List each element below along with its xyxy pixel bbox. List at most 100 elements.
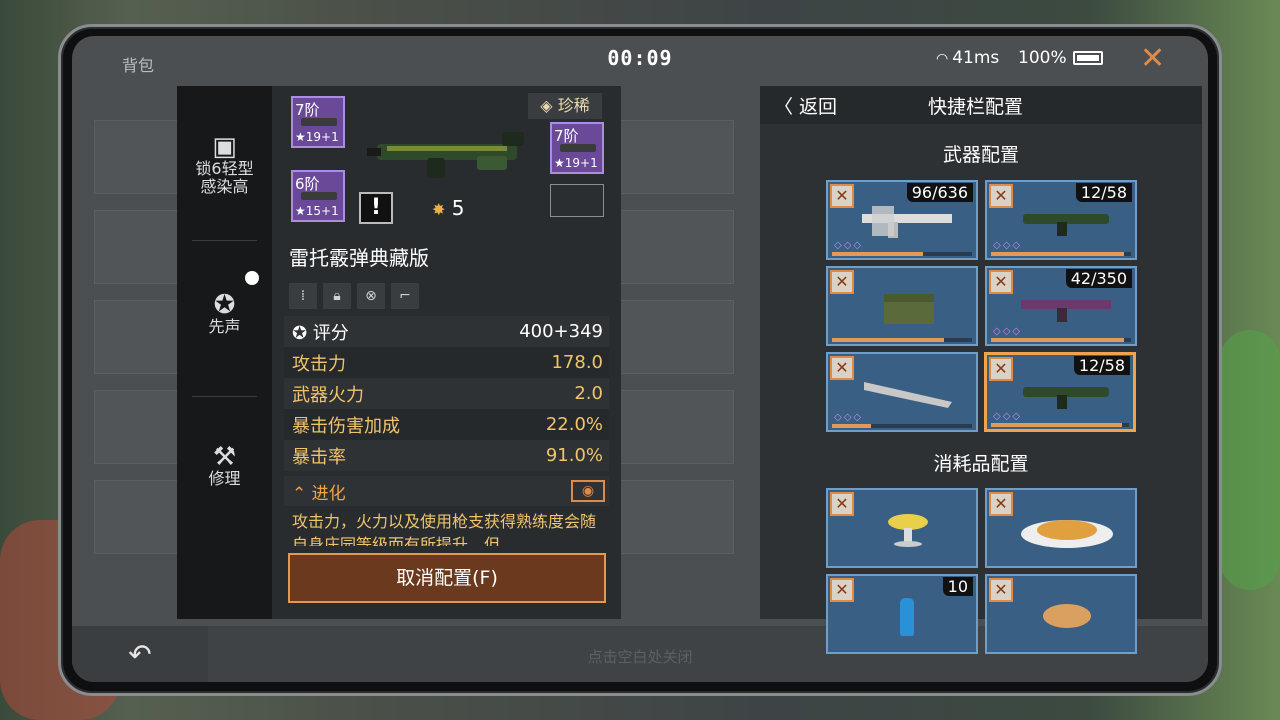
remove-icon[interactable]: ✕ [989,357,1013,381]
gun-thumb-icon [560,144,596,152]
alert-icon[interactable]: ! [359,192,393,224]
evolve-label-wrap: ⌃ 进化 [292,479,346,504]
lock-icon[interactable]: 🔒︎ [323,283,351,309]
cancel-config-button[interactable]: 取消配置(F) [288,553,606,603]
consumable-slot[interactable]: ✕ [985,488,1137,568]
ammo-count: 12/58 [1073,356,1130,375]
rarity-dots-icon: ◇◇◇ [993,326,1023,337]
diamond-icon: ◈ [540,96,558,115]
badge-level: 6阶 [295,175,320,193]
stat-key: ✪ 评分 [292,319,349,345]
stat-row: 武器火力 2.0 [284,378,609,409]
weapon-slot[interactable]: ✕ ◇◇◇ [826,352,978,432]
weapon-tags: ⁞ 🔒︎ ⊗ ⌐ [289,283,419,309]
durability-fill [991,252,1124,256]
consumable-slot[interactable]: ✕ [985,574,1137,654]
remove-icon[interactable]: ✕ [989,270,1013,294]
status-bar: 背包 00:09 ◠ 41ms 100% ✕ [72,36,1208,84]
upgrade-badge[interactable]: 7阶 ★19+1 [291,96,345,148]
upgrade-badge[interactable]: 7阶 ★19+1 [550,122,604,174]
ping-value: 41ms [952,48,1000,68]
stat-value: 91.0% [545,445,603,466]
warning-box-icon: ▣ [212,132,237,162]
remove-icon[interactable]: ✕ [989,578,1013,602]
ping-indicator: ◠ 41ms [936,48,999,68]
side-item-label: 修理 [208,469,241,488]
shotgun-image [1023,387,1109,409]
durability-bar [991,252,1131,256]
battery-value: 100% [1018,48,1067,68]
divider [192,396,257,397]
remove-icon[interactable]: ✕ [830,184,854,208]
remove-icon[interactable]: ✕ [989,492,1013,516]
side-item-herald[interactable]: ✪ 先声 [177,292,272,336]
side-item-repair[interactable]: ⚒ 修理 [177,442,272,488]
durability-bar [991,423,1129,427]
durability-fill [832,252,923,256]
rarity-dots-icon: ◇◇◇ [993,411,1023,422]
weapon-slot[interactable]: ✕ 42/350 ◇◇◇ [985,266,1137,346]
gun-type-icon[interactable]: ⌐ [391,283,419,309]
rifle-image [862,206,952,238]
stat-row-score: ✪ 评分 400+349 [284,316,609,347]
stat-label: 武器火力 [292,384,364,406]
food-plate-image [1021,520,1113,548]
score-badge-icon: ✪ [292,322,313,344]
stat-row: 暴击率 91.0% [284,440,609,471]
upgrade-badge[interactable]: 6阶 ★15+1 [291,170,345,222]
durability-bar [991,338,1131,342]
remove-icon[interactable]: ✕ [830,578,854,602]
side-item-lock[interactable]: ▣ 锁6轻型 感染高 [177,132,272,196]
soup-bowl-image [1043,604,1091,628]
hammer-icon: ⚒ [212,442,237,472]
evolve-description: 攻击力，火力以及使用枪支获得熟练度会随自身庄园等级而有所提升，但 [292,512,597,546]
evolve-row[interactable]: ⌃ 进化 ◉ [284,476,609,506]
no-trade-icon[interactable]: ⊗ [357,283,385,309]
badge-stars: ★19+1 [295,130,339,144]
rarity-dots-icon: ◇◇◇ [834,240,864,251]
ammo-count: 42/350 [1065,269,1132,288]
dessert-cup-image [888,514,928,547]
remove-icon[interactable]: ✕ [830,356,854,380]
eye-icon[interactable]: ◉ [571,480,605,502]
weapon-slot[interactable]: ✕ [826,266,978,346]
weapon-slot[interactable]: ✕ 12/58 ◇◇◇ [985,180,1137,260]
weapon-slot-selected[interactable]: ✕ 12/58 ◇◇◇ [984,352,1136,432]
weapon-section-title: 武器配置 [942,144,1019,166]
drink-bottle-image [900,598,914,636]
star-count: ✸ 5 [432,196,465,220]
rarity-tag: ◈ 珍稀 [528,93,602,119]
wifi-icon: ◠ [936,51,949,67]
stat-row: 暴击伤害加成 22.0% [284,409,609,440]
shotgun-image [1023,214,1109,236]
weapon-stats: ✪ 评分 400+349 攻击力 178.0 武器火力 2.0 暴击伤害加成 2… [284,316,609,471]
machete-image [864,382,952,408]
remove-icon[interactable]: ✕ [830,492,854,516]
inventory-screen: 背包 00:09 ◠ 41ms 100% ✕ ↶ 点击空白处关闭 ▣ 锁6轻型 感… [72,36,1208,682]
close-icon[interactable]: ✕ [1140,44,1165,74]
ammo-icon[interactable]: ⁞ [289,283,317,309]
action-side-menu: ▣ 锁6轻型 感染高 ✪ 先声 ⚒ 修理 [177,86,272,619]
item-count: 10 [942,577,973,596]
background-blur-right [1220,330,1280,590]
attachment-slot[interactable] [550,184,604,217]
remove-icon[interactable]: ✕ [830,270,854,294]
back-link[interactable]: 〈 返回 [774,92,837,119]
star-count-value: 5 [451,196,465,220]
consumable-slot[interactable]: ✕ [826,488,978,568]
consumable-slot[interactable]: ✕ 10 [826,574,978,654]
stat-label: 评分 [312,322,349,344]
star-icon: ✸ [432,200,446,219]
stat-label: 攻击力 [292,353,346,375]
assault-rifle-image [1021,300,1111,322]
stat-value: 2.0 [574,383,603,404]
stat-label: 暴击伤害加成 [292,415,400,437]
remove-icon[interactable]: ✕ [989,184,1013,208]
side-item-label: 锁6轻型 感染高 [195,159,254,196]
durability-bar [832,252,972,256]
stat-value: 22.0% [545,414,603,435]
evolve-label: 进化 [311,483,346,504]
gun-thumb-icon [301,192,337,200]
weapon-name: 雷托霰弹典藏版 [289,246,429,270]
weapon-slot[interactable]: ✕ 96/636 ◇◇◇ [826,180,978,260]
